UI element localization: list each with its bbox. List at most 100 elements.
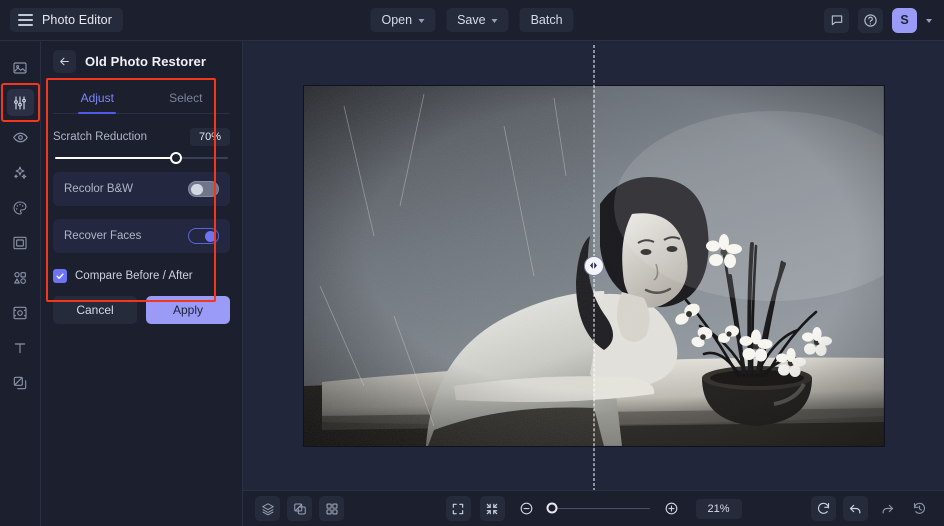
sidebar-item-color[interactable]	[7, 194, 34, 221]
panel-header: Old Photo Restorer	[53, 41, 230, 82]
grid-icon	[325, 502, 339, 516]
layers-icon	[261, 502, 275, 516]
chevron-down-icon	[492, 19, 498, 23]
compare-before-after-label: Compare Before / After	[75, 270, 193, 282]
scratch-reduction-slider-fill	[55, 157, 176, 159]
image-icon	[12, 60, 28, 76]
sidebar-item-duplicate[interactable]	[7, 369, 34, 396]
sidebar-item-image[interactable]	[7, 54, 34, 81]
sidebar-item-effects[interactable]	[7, 159, 34, 186]
editor-body: Old Photo Restorer Adjust Select Scratch…	[0, 41, 944, 526]
reset-button[interactable]	[811, 496, 836, 521]
avatar[interactable]: S	[892, 8, 917, 33]
zoom-level-value: 21%	[695, 499, 741, 519]
save-button[interactable]: Save	[446, 8, 509, 32]
back-button[interactable]	[53, 50, 76, 73]
chevron-down-icon	[418, 19, 424, 23]
toggle-knob	[205, 231, 217, 243]
scratch-reduction-slider[interactable]	[55, 157, 228, 159]
panel-tabs: Adjust Select	[53, 82, 230, 114]
redo-icon	[880, 501, 895, 516]
app-menu-button[interactable]: Photo Editor	[10, 8, 123, 32]
arrow-left-icon	[58, 55, 71, 68]
recover-faces-toggle[interactable]	[188, 228, 219, 244]
undo-button[interactable]	[843, 496, 868, 521]
sparkles-icon	[12, 165, 28, 181]
zoom-out-button[interactable]	[513, 496, 538, 521]
sliders-icon	[12, 95, 28, 111]
toggle-knob	[191, 184, 203, 196]
scratch-reduction-label: Scratch Reduction	[53, 131, 147, 143]
zoom-slider[interactable]	[547, 508, 649, 510]
sidebar-item-adjust[interactable]	[7, 89, 34, 116]
sidebar-item-crop[interactable]	[7, 299, 34, 326]
eye-icon	[12, 129, 29, 146]
hamburger-icon	[18, 14, 33, 26]
comment-icon	[830, 13, 844, 27]
help-circle-icon	[863, 13, 878, 28]
zoom-in-button[interactable]	[658, 496, 683, 521]
shrink-icon	[485, 502, 499, 516]
bottom-toolbar: 21%	[243, 490, 944, 526]
palette-icon	[12, 200, 28, 216]
layers-copy-icon	[12, 375, 28, 391]
app-title: Photo Editor	[42, 13, 112, 27]
grid-button[interactable]	[319, 496, 344, 521]
tool-rail	[0, 41, 41, 526]
recover-faces-label: Recover Faces	[64, 230, 141, 242]
zoom-slider-thumb[interactable]	[546, 503, 557, 514]
history-controls	[811, 496, 932, 521]
save-label: Save	[457, 13, 486, 27]
account-chevron-down-icon[interactable]	[926, 19, 932, 23]
help-button[interactable]	[858, 8, 883, 33]
recover-faces-row: Recover Faces	[53, 219, 230, 253]
crop-icon	[12, 305, 28, 321]
photo-frame	[304, 86, 884, 446]
fit-screen-button[interactable]	[445, 496, 470, 521]
sidebar-item-frame[interactable]	[7, 229, 34, 256]
reset-icon	[816, 501, 831, 516]
canvas-viewport[interactable]	[243, 41, 944, 490]
zoom-in-icon	[663, 501, 678, 516]
canvas-area: 21%	[243, 41, 944, 526]
scratch-reduction-value: 70%	[190, 128, 230, 146]
open-button[interactable]: Open	[370, 8, 435, 32]
text-icon	[12, 340, 28, 356]
sidebar-item-preview[interactable]	[7, 124, 34, 151]
recolor-bw-label: Recolor B&W	[64, 183, 133, 195]
compare-button[interactable]	[287, 496, 312, 521]
cancel-button[interactable]: Cancel	[53, 296, 137, 324]
tool-panel: Old Photo Restorer Adjust Select Scratch…	[41, 41, 243, 526]
compare-before-after-row[interactable]: Compare Before / After	[53, 269, 230, 283]
scratch-reduction-slider-thumb[interactable]	[170, 152, 182, 164]
top-toolbar: Photo Editor Open Save Batch	[0, 0, 944, 41]
check-icon	[55, 271, 65, 281]
frame-icon	[12, 235, 28, 251]
left-right-arrows-icon	[587, 260, 600, 271]
compare-handle[interactable]	[584, 256, 604, 276]
sidebar-item-shapes[interactable]	[7, 264, 34, 291]
page-title: Old Photo Restorer	[85, 54, 206, 69]
panel-actions: Cancel Apply	[53, 296, 230, 324]
canvas-tools	[255, 496, 344, 521]
history-icon	[912, 501, 927, 516]
history-button[interactable]	[907, 496, 932, 521]
compare-before-after-checkbox[interactable]	[53, 269, 67, 283]
apply-button[interactable]: Apply	[146, 296, 230, 324]
fit-screen-icon	[451, 502, 465, 516]
recolor-bw-toggle[interactable]	[188, 181, 219, 197]
zoom-controls: 21%	[445, 496, 741, 521]
layers-button[interactable]	[255, 496, 280, 521]
sidebar-item-text[interactable]	[7, 334, 34, 361]
compare-icon	[293, 502, 307, 516]
comment-button[interactable]	[824, 8, 849, 33]
top-right-actions: S	[824, 8, 932, 33]
batch-button[interactable]: Batch	[520, 8, 574, 32]
recolor-bw-row: Recolor B&W	[53, 172, 230, 206]
zoom-out-icon	[518, 501, 533, 516]
open-label: Open	[381, 13, 412, 27]
shrink-button[interactable]	[479, 496, 504, 521]
redo-button[interactable]	[875, 496, 900, 521]
tab-adjust[interactable]: Adjust	[53, 82, 142, 113]
tab-select[interactable]: Select	[142, 82, 231, 113]
